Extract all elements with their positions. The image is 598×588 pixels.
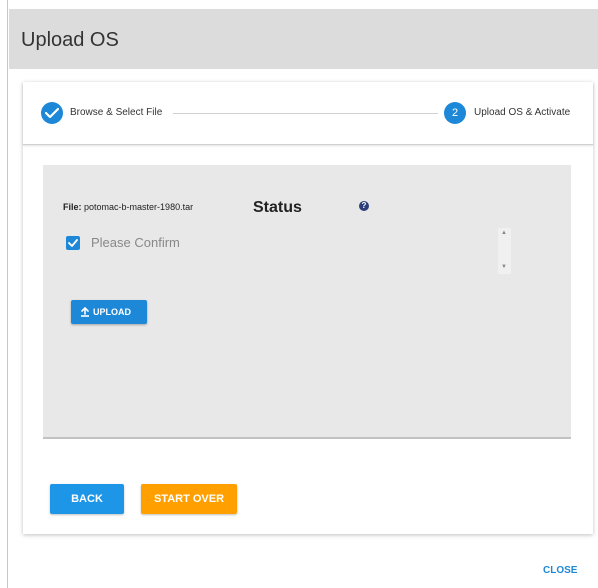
dialog-header: Upload OS — [9, 9, 598, 69]
stepper: Browse & Select File 2 Upload OS & Activ… — [23, 82, 593, 145]
upload-card: Browse & Select File 2 Upload OS & Activ… — [23, 82, 593, 534]
status-scrollbar[interactable]: ▲ ▼ — [498, 228, 511, 274]
file-key: File: — [63, 202, 82, 212]
start-over-button[interactable]: START OVER — [141, 484, 237, 514]
upload-icon — [81, 307, 89, 317]
file-info: File: potomac-b-master-1980.tar — [63, 202, 193, 212]
help-icon[interactable]: ? — [359, 201, 369, 211]
step-2-label: Upload OS & Activate — [474, 107, 571, 118]
dialog-title: Upload OS — [21, 29, 119, 51]
confirm-label[interactable]: Please Confirm — [91, 235, 180, 250]
close-button[interactable]: CLOSE — [543, 565, 577, 576]
step-2-number: 2 — [444, 102, 466, 124]
status-title: Status — [253, 199, 302, 216]
upload-os-dialog: Upload OS Browse & Select File 2 Upload … — [0, 0, 598, 588]
upload-panel: File: potomac-b-master-1980.tar Status ?… — [43, 165, 571, 439]
step-connector — [173, 113, 438, 114]
confirm-checkbox[interactable] — [66, 236, 80, 250]
back-button[interactable]: BACK — [50, 484, 124, 514]
caret-up-icon[interactable]: ▲ — [501, 230, 507, 236]
file-name: potomac-b-master-1980.tar — [84, 202, 194, 212]
step-1-label: Browse & Select File — [70, 107, 163, 118]
left-edge-divider — [7, 0, 8, 588]
upload-label: UPLOAD — [93, 307, 131, 317]
step-1-check-icon — [41, 102, 63, 124]
upload-button[interactable]: UPLOAD — [71, 300, 147, 324]
caret-down-icon[interactable]: ▼ — [501, 264, 507, 270]
